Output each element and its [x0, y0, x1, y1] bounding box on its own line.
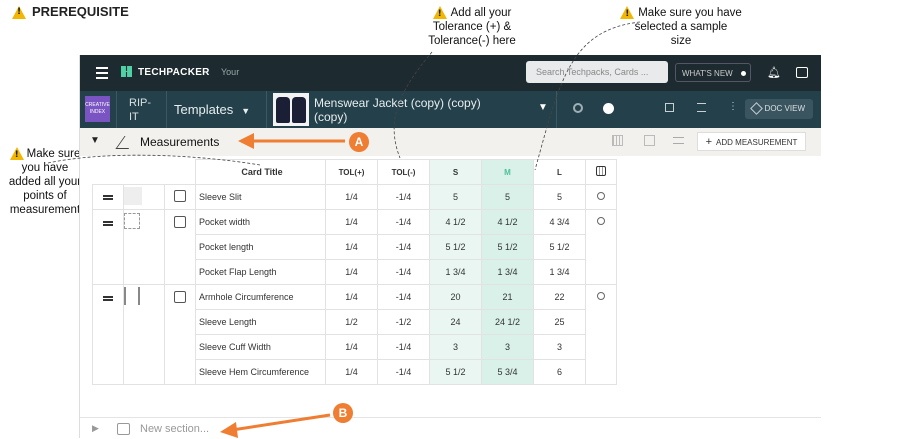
- callout-a-badge: A: [349, 132, 369, 152]
- annotation-overlay: [47, 21, 641, 438]
- callout-b-badge: B: [333, 403, 353, 423]
